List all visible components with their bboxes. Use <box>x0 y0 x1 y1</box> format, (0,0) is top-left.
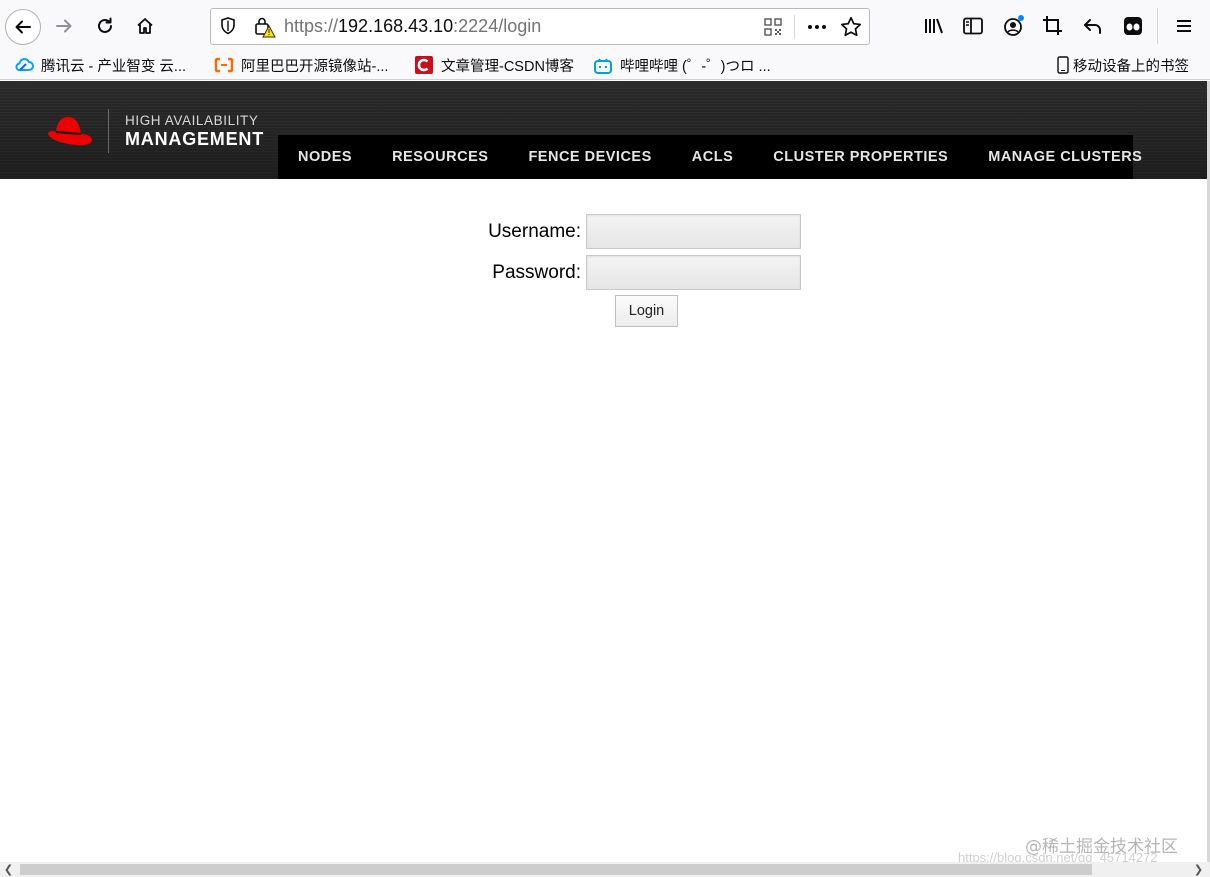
csdn-icon <box>414 55 434 75</box>
brand-logo[interactable]: HIGH AVAILABILITY MANAGEMENT <box>46 109 264 153</box>
home-icon <box>137 18 153 34</box>
bookmark-label: 腾讯云 - 产业智变 云... <box>41 58 186 75</box>
username-row: Username: <box>481 214 801 249</box>
home-button[interactable] <box>129 10 161 42</box>
nav-item-fence-devices[interactable]: FENCE DEVICES <box>508 135 671 179</box>
url-text[interactable]: https://192.168.43.10:2224/login <box>284 16 541 37</box>
sidebar-icon <box>963 17 983 35</box>
sidebar-button[interactable] <box>957 10 989 42</box>
arrow-right-icon <box>56 19 72 33</box>
scroll-right-arrow-icon[interactable]: ❯ <box>1190 862 1207 877</box>
bookmark-label: 哔哩哔哩 (゜-゜)つロ ... <box>620 58 771 75</box>
password-input[interactable] <box>586 255 801 290</box>
nav-item-acls[interactable]: ACLS <box>672 135 753 179</box>
logo-divider <box>108 109 109 153</box>
qr-code-icon[interactable] <box>763 17 783 41</box>
login-button[interactable]: Login <box>615 295 678 327</box>
bookmark-item[interactable]: 阿里巴巴开源镜像站-... <box>214 53 388 77</box>
extension-button[interactable] <box>1117 10 1149 42</box>
scroll-left-arrow-icon[interactable]: ❮ <box>0 862 17 877</box>
undo-close-tab-button[interactable] <box>1077 10 1109 42</box>
reload-button[interactable] <box>89 10 121 42</box>
url-bar[interactable]: https://192.168.43.10:2224/login <box>210 8 870 45</box>
password-label: Password: <box>492 261 581 283</box>
app-header: HIGH AVAILABILITY MANAGEMENT NODES RESOU… <box>0 81 1210 179</box>
nav-item-manage-clusters[interactable]: MANAGE CLUSTERS <box>968 135 1162 179</box>
bookmark-label: 阿里巴巴开源镜像站-... <box>241 58 389 75</box>
bookmarks-bar: 腾讯云 - 产业智变 云... 阿里巴巴开源镜像站-... 文章管理-CSDN博… <box>0 50 1210 80</box>
nav-item-resources[interactable]: RESOURCES <box>372 135 508 179</box>
bookmark-star-icon[interactable] <box>839 15 863 43</box>
crop-icon <box>1043 16 1062 35</box>
mobile-device-icon <box>1056 55 1070 75</box>
browser-toolbar: https://192.168.43.10:2224/login <box>0 0 1210 50</box>
more-actions-icon[interactable] <box>805 15 829 43</box>
bookmark-label: 文章管理-CSDN博客 <box>441 58 574 75</box>
bookmark-item[interactable]: 腾讯云 - 产业智变 云... <box>14 53 186 77</box>
username-input[interactable] <box>586 214 801 249</box>
url-scheme: https:// <box>284 16 339 36</box>
library-icon <box>925 18 943 34</box>
aliyun-icon <box>214 55 234 75</box>
tencent-cloud-icon <box>14 55 34 75</box>
nav-item-cluster-properties[interactable]: CLUSTER PROPERTIES <box>753 135 968 179</box>
extension-mask-icon <box>1124 17 1142 35</box>
insecure-lock-icon[interactable] <box>253 16 277 42</box>
brand-text: HIGH AVAILABILITY MANAGEMENT <box>125 113 264 150</box>
horizontal-scrollbar[interactable]: ❮ ❯ <box>0 862 1210 877</box>
url-host: 192.168.43.10 <box>338 16 454 36</box>
main-nav: NODES RESOURCES FENCE DEVICES ACLS CLUST… <box>278 135 1142 179</box>
forward-button[interactable] <box>48 10 80 42</box>
username-label: Username: <box>488 220 581 242</box>
shield-icon[interactable] <box>219 16 237 40</box>
password-row: Password: <box>481 255 801 290</box>
app-menu-button[interactable] <box>1168 10 1200 42</box>
brand-subtitle: HIGH AVAILABILITY <box>125 112 259 128</box>
url-bar-separator <box>794 15 795 39</box>
account-button[interactable] <box>998 10 1030 42</box>
library-button[interactable] <box>918 10 950 42</box>
back-button[interactable] <box>5 9 41 45</box>
bilibili-icon <box>593 55 613 75</box>
scrollbar-thumb[interactable] <box>20 864 1092 875</box>
mobile-bookmarks-folder[interactable]: 移动设备上的书签 <box>1056 53 1189 77</box>
brand-title: MANAGEMENT <box>125 128 264 149</box>
reload-icon <box>98 17 112 33</box>
account-icon <box>1004 15 1024 36</box>
screenshot-button[interactable] <box>1037 10 1069 42</box>
nav-item-nodes[interactable]: NODES <box>278 135 372 179</box>
bookmark-item[interactable]: 哔哩哔哩 (゜-゜)つロ ... <box>593 53 771 77</box>
arrow-left-icon <box>15 20 31 34</box>
undo-arrow-icon <box>1084 19 1101 34</box>
mobile-bookmarks-label: 移动设备上的书签 <box>1073 58 1189 75</box>
hamburger-menu-icon <box>1177 20 1191 32</box>
red-hat-icon <box>48 117 92 146</box>
url-path: :2224/login <box>453 16 542 36</box>
bookmark-item[interactable]: 文章管理-CSDN博客 <box>414 53 574 77</box>
toolbar-separator <box>1157 8 1158 44</box>
